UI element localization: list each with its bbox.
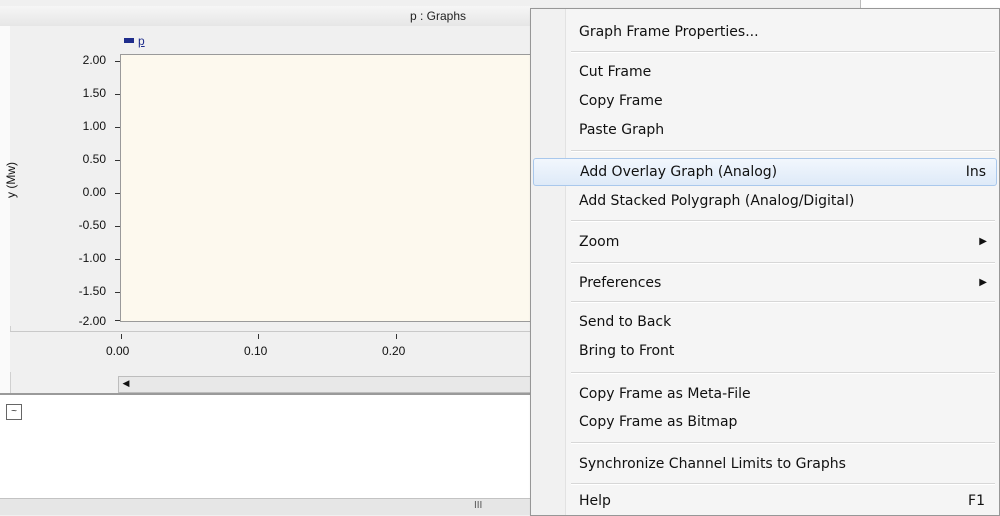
menu-item-label: Copy Frame as Meta-File — [579, 386, 751, 402]
y-tick-mark — [115, 292, 120, 293]
y-tick-label: 1.50 — [82, 86, 106, 100]
menu-item-label: Synchronize Channel Limits to Graphs — [579, 456, 846, 472]
menu-item-label: Copy Frame as Bitmap — [579, 414, 738, 430]
menu-separator — [571, 483, 995, 485]
graph-window-title: p : Graphs — [410, 9, 467, 23]
menu-separator — [571, 372, 995, 374]
y-tick-label: 2.00 — [82, 53, 106, 67]
context-menu: Graph Frame Properties... Cut Frame Copy… — [530, 8, 1000, 516]
y-tick-label: 0.00 — [82, 185, 106, 199]
menu-separator — [571, 301, 995, 303]
legend-label[interactable]: p — [138, 34, 145, 48]
menu-item-label: Add Stacked Polygraph (Analog/Digital) — [579, 193, 855, 209]
y-tick-mark — [115, 193, 120, 194]
menu-item-label: Send to Back — [579, 314, 672, 330]
scroll-grip-icon[interactable]: III — [474, 500, 482, 511]
menu-separator — [571, 51, 995, 53]
waveform-icon[interactable]: ~ — [6, 404, 22, 420]
graph-window-titlebar[interactable]: p : Graphs — [0, 6, 530, 27]
menu-item-label: Paste Graph — [579, 122, 665, 138]
menu-item-label: Graph Frame Properties... — [579, 24, 759, 40]
y-tick-label: -1.50 — [78, 284, 106, 298]
y-tick-mark — [115, 259, 120, 260]
y-tick-label: -2.00 — [78, 314, 106, 328]
menu-item-label: Help — [579, 493, 611, 509]
menu-item-label: Bring to Front — [579, 343, 675, 359]
menu-item-send-to-back[interactable]: Send to Back — [571, 308, 995, 336]
lower-pane — [0, 393, 530, 500]
menu-item-label: Cut Frame — [579, 64, 652, 80]
x-tick-mark — [258, 334, 259, 339]
y-tick-mark — [115, 61, 120, 62]
menu-item-zoom[interactable]: Zoom ▶ — [571, 228, 995, 256]
x-axis — [10, 331, 530, 372]
menu-item-copy-frame[interactable]: Copy Frame — [571, 87, 995, 115]
background-panel-edge — [860, 0, 1000, 8]
y-tick-mark — [115, 160, 120, 161]
menu-separator — [571, 442, 995, 444]
menu-separator — [571, 262, 995, 264]
menu-item-cut-frame[interactable]: Cut Frame — [571, 58, 995, 86]
menu-item-bring-to-front[interactable]: Bring to Front — [571, 337, 995, 365]
x-tick-label: 0.10 — [244, 344, 268, 358]
legend-swatch — [124, 38, 134, 43]
x-tick-mark — [396, 334, 397, 339]
menu-item-copy-frame-bitmap[interactable]: Copy Frame as Bitmap — [571, 408, 995, 436]
horizontal-scrollbar[interactable] — [118, 376, 532, 393]
menu-item-graph-frame-properties[interactable]: Graph Frame Properties... — [571, 18, 995, 46]
y-tick-mark — [115, 320, 120, 321]
menu-item-add-stacked-polygraph[interactable]: Add Stacked Polygraph (Analog/Digital) — [571, 187, 995, 215]
x-tick-mark — [121, 334, 122, 339]
menu-item-paste-graph[interactable]: Paste Graph — [571, 116, 995, 144]
scroll-left-arrow-icon[interactable]: ◀ — [118, 376, 134, 391]
menu-item-synchronize-channel-limits[interactable]: Synchronize Channel Limits to Graphs — [571, 450, 995, 478]
menu-separator — [571, 220, 995, 222]
menu-item-label: Copy Frame — [579, 93, 663, 109]
menu-item-preferences[interactable]: Preferences ▶ — [571, 269, 995, 297]
y-tick-mark — [115, 94, 120, 95]
menu-item-shortcut: F1 — [968, 493, 985, 509]
menu-item-shortcut: Ins — [965, 164, 986, 180]
y-tick-label: -0.50 — [78, 218, 106, 232]
menu-separator — [571, 150, 995, 152]
menu-item-label: Add Overlay Graph (Analog) — [580, 164, 778, 180]
menu-item-label: Zoom — [579, 234, 620, 250]
menu-item-add-overlay-graph[interactable]: Add Overlay Graph (Analog) Ins — [533, 158, 997, 186]
menu-icon-gutter — [531, 9, 566, 515]
y-tick-label: 0.50 — [82, 152, 106, 166]
y-tick-mark — [115, 127, 120, 128]
submenu-arrow-icon: ▶ — [979, 236, 987, 247]
menu-item-copy-frame-meta-file[interactable]: Copy Frame as Meta-File — [571, 380, 995, 408]
y-axis-title: y (Mw) — [4, 162, 18, 198]
x-tick-label: 0.20 — [382, 344, 406, 358]
y-tick-label: -1.00 — [78, 251, 106, 265]
y-tick-mark — [115, 226, 120, 227]
bottom-scrollbar[interactable] — [0, 498, 530, 515]
x-tick-label: 0.00 — [106, 344, 130, 358]
menu-item-help[interactable]: Help F1 — [571, 487, 995, 515]
submenu-arrow-icon: ▶ — [979, 277, 987, 288]
plot-area[interactable] — [120, 54, 531, 322]
y-tick-label: 1.00 — [82, 119, 106, 133]
menu-item-label: Preferences — [579, 275, 662, 291]
